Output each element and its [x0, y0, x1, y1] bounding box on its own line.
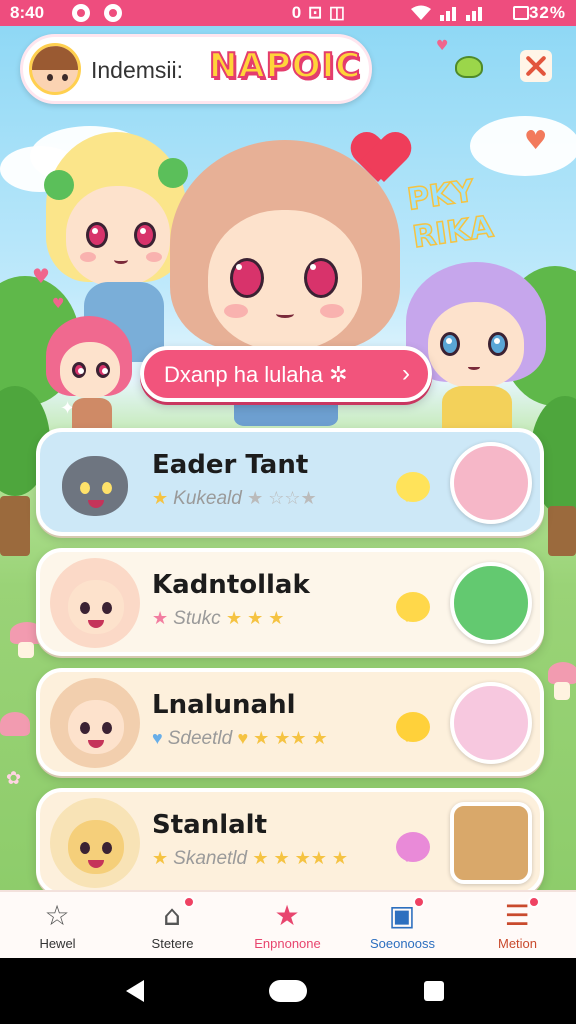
gray-cat-icon	[50, 438, 140, 528]
heart-notification-icon	[104, 4, 122, 22]
mushroom	[548, 662, 576, 684]
card-subtitle: ♥ Sdeetld ♥ ★ ★★ ★	[152, 728, 328, 749]
heart-icon: ♥	[524, 126, 548, 156]
battery-icon	[513, 6, 529, 20]
nav-item-metion[interactable]: ☰ Metion	[460, 892, 575, 958]
nav-label: Stetere	[151, 936, 194, 951]
system-nav-bar	[0, 958, 576, 1024]
nav-label: Enpnonone	[254, 936, 321, 951]
list-item[interactable]: Eader Tant ★ Kukeald ★ ☆☆★	[36, 428, 544, 536]
app-screen: ✦ ✦ ✿ Indemsii: NAPOIC ♥ ♥ ♥ ♥	[0, 26, 576, 958]
flower-girl-icon[interactable]	[450, 682, 532, 764]
cloud	[470, 116, 576, 176]
notification-dot-icon	[72, 4, 90, 22]
recents-icon[interactable]	[424, 981, 444, 1001]
rating-stars: ♥ ★ ★★ ★	[237, 728, 328, 748]
star-icon: ★	[152, 848, 174, 868]
card-subtitle: ★ Skanetld ★ ★ ★★ ★	[152, 848, 349, 869]
deco-text: PKY RIKA	[404, 173, 496, 256]
chat-bubble-icon	[396, 592, 430, 622]
list-item[interactable]: Stanlalt ★ Skanetld ★ ★ ★★ ★	[36, 788, 544, 896]
green-frog-icon[interactable]	[450, 562, 532, 644]
list-item[interactable]: Lnalunahl ♥ Sdeetld ♥ ★ ★★ ★	[36, 668, 544, 776]
bottom-nav: ☆ Hewel ⌂ Stetere ★ Enpnonone ▣ Soeonoos…	[0, 890, 576, 958]
rating-stars: ★ ★ ★	[225, 608, 285, 628]
card-title: Stanlalt	[152, 810, 268, 840]
status-icons-text: 0 ⊡ ◫	[291, 3, 346, 22]
tree-trunk	[0, 496, 30, 556]
card-title: Kadntollak	[152, 570, 310, 600]
card-subtitle: ★ Stukc ★ ★ ★	[152, 608, 285, 629]
mushroom	[0, 712, 30, 736]
chat-bubble-icon	[396, 712, 430, 742]
list-item[interactable]: Kadntollak ★ Stukc ★ ★ ★	[36, 548, 544, 656]
nav-item-soeonooss[interactable]: ▣ Soeonooss	[345, 892, 460, 958]
rating-stars: ★ ★ ★★ ★	[252, 848, 349, 868]
yellow-dog-icon	[50, 798, 140, 888]
chat-bubble-icon	[396, 472, 430, 502]
main-cta-button[interactable]: Dxanp ha lulaha ✲ ›	[140, 346, 432, 402]
heart-icon: ♥	[436, 38, 449, 54]
star-icon: ★	[152, 608, 174, 628]
pink-star-icon: ★	[274, 899, 300, 932]
frog-mascot-icon[interactable]	[455, 56, 483, 78]
flower-icon: ✿	[6, 768, 22, 789]
star-icon: ★	[152, 488, 174, 508]
nav-item-enpnonone[interactable]: ★ Enpnonone	[230, 892, 345, 958]
home-icon[interactable]	[269, 980, 307, 1002]
framed-girl-icon[interactable]	[450, 802, 532, 884]
red-heart-icon	[352, 134, 410, 188]
badge-dot	[528, 896, 540, 908]
rating-stars: ★ ☆☆★	[247, 488, 317, 508]
purple-girl-character	[404, 262, 548, 442]
game-logo: NAPOIC	[208, 45, 362, 87]
nav-label: Soeonooss	[369, 936, 436, 951]
battery-percent: 32%	[528, 3, 566, 22]
chat-bubble-icon	[396, 832, 430, 862]
heart-icon: ♥	[152, 728, 168, 748]
nav-item-hewel[interactable]: ☆ Hewel	[0, 892, 115, 958]
card-title: Eader Tant	[152, 450, 309, 480]
mushroom	[18, 642, 34, 658]
close-icon[interactable]	[520, 50, 552, 82]
brunette-girl-icon	[50, 678, 140, 768]
chevron-right-icon: ›	[402, 360, 410, 387]
player-name: Indemsii:	[91, 57, 184, 83]
card-subtitle: ★ Kukeald ★ ☆☆★	[152, 488, 317, 509]
pink-girl-character	[46, 316, 136, 436]
nav-label: Metion	[497, 936, 538, 951]
back-icon[interactable]	[126, 980, 144, 1002]
mushroom	[554, 682, 570, 700]
card-title: Lnalunahl	[152, 690, 296, 720]
badge-dot	[413, 896, 425, 908]
player-header[interactable]: Indemsii: NAPOIC	[20, 34, 372, 104]
nav-item-stetere[interactable]: ⌂ Stetere	[115, 892, 230, 958]
wifi-icon	[411, 5, 431, 20]
star-outline-icon: ☆	[44, 899, 70, 932]
player-avatar[interactable]	[29, 43, 81, 95]
status-time: 8:40	[10, 3, 45, 22]
badge-dot	[183, 896, 195, 908]
cta-label: Dxanp ha lulaha ✲	[164, 362, 348, 387]
pink-blob-icon[interactable]	[450, 442, 532, 524]
tree-trunk	[548, 506, 576, 556]
blonde-girl-icon	[50, 558, 140, 648]
signal-icon	[440, 7, 482, 21]
status-bar: 8:40 0 ⊡ ◫ 32%	[0, 0, 576, 26]
nav-label: Hewel	[39, 936, 76, 951]
